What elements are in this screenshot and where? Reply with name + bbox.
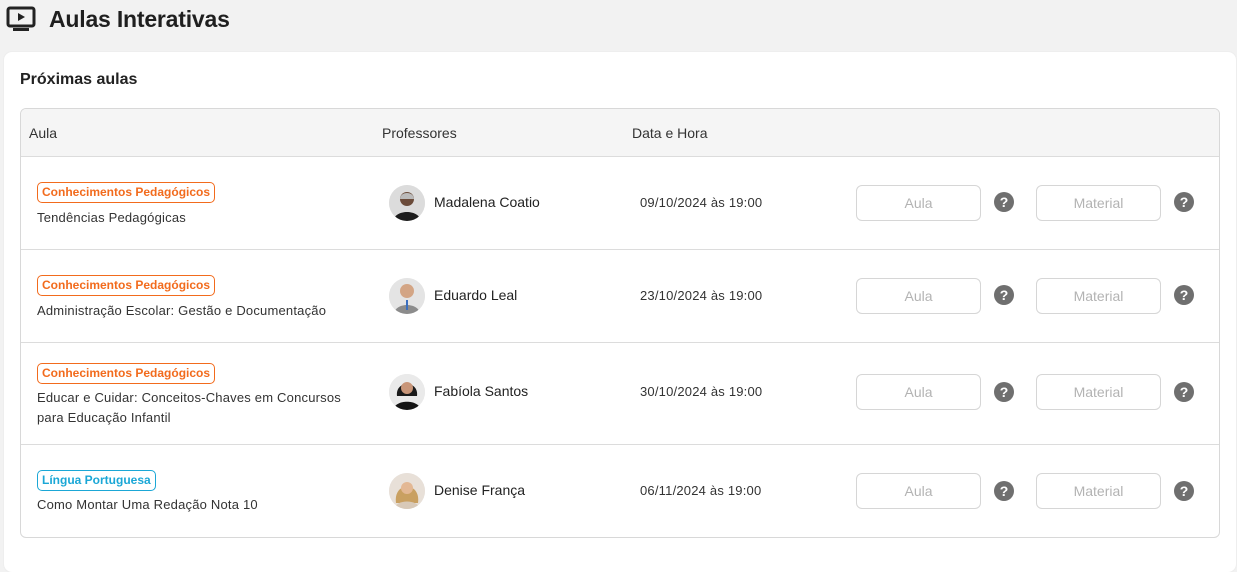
classes-table: Aula Professores Data e Hora Conheciment…	[20, 108, 1220, 538]
category-tag: Conhecimentos Pedagógicos	[37, 275, 216, 296]
help-icon[interactable]: ?	[1174, 192, 1194, 212]
upcoming-classes-card: Próximas aulas Aula Professores Data e H…	[4, 52, 1236, 572]
professor-name: Denise França	[434, 482, 526, 498]
help-icon[interactable]: ?	[994, 382, 1014, 402]
avatar	[389, 185, 425, 221]
section-title: Próximas aulas	[20, 71, 138, 88]
help-icon[interactable]: ?	[994, 481, 1014, 501]
material-button[interactable]: Material	[1036, 473, 1161, 509]
help-icon[interactable]: ?	[994, 192, 1014, 212]
avatar	[389, 278, 425, 314]
play-tv-icon	[5, 6, 37, 32]
aula-button[interactable]: Aula	[856, 185, 981, 221]
class-datetime: 23/10/2024 às 19:00	[640, 288, 763, 303]
table-row: Conhecimentos Pedagógicos Educar e Cuida…	[21, 343, 1219, 445]
help-icon[interactable]: ?	[1174, 285, 1194, 305]
help-icon[interactable]: ?	[994, 285, 1014, 305]
table-row: Conhecimentos Pedagógicos Tendências Ped…	[21, 157, 1219, 250]
table-header: Aula Professores Data e Hora	[21, 109, 1219, 157]
professor-name: Fabíola Santos	[434, 383, 529, 399]
aula-button[interactable]: Aula	[856, 473, 981, 509]
class-title: Educar e Cuidar: Conceitos-Chaves em Con…	[37, 390, 341, 425]
class-title: Como Montar Uma Redação Nota 10	[37, 497, 258, 512]
aula-button[interactable]: Aula	[856, 374, 981, 410]
header-professores: Professores	[382, 125, 457, 141]
material-button[interactable]: Material	[1036, 185, 1161, 221]
help-icon[interactable]: ?	[1174, 382, 1194, 402]
avatar	[389, 473, 425, 509]
material-button[interactable]: Material	[1036, 278, 1161, 314]
aula-button[interactable]: Aula	[856, 278, 981, 314]
avatar	[389, 374, 425, 410]
table-row: Língua Portuguesa Como Montar Uma Redaçã…	[21, 445, 1219, 537]
header-data-hora: Data e Hora	[632, 125, 708, 141]
material-button[interactable]: Material	[1036, 374, 1161, 410]
header-aula: Aula	[29, 125, 58, 141]
class-title: Administração Escolar: Gestão e Document…	[37, 303, 327, 318]
table-row: Conhecimentos Pedagógicos Administração …	[21, 250, 1219, 343]
class-datetime: 30/10/2024 às 19:00	[640, 384, 763, 399]
professor-name: Eduardo Leal	[434, 287, 518, 303]
page-header: Aulas Interativas	[0, 0, 1237, 38]
page-title: Aulas Interativas	[49, 5, 230, 32]
category-tag: Conhecimentos Pedagógicos	[37, 182, 216, 203]
category-tag: Conhecimentos Pedagógicos	[37, 363, 216, 384]
class-datetime: 06/11/2024 às 19:00	[640, 483, 762, 498]
category-tag: Língua Portuguesa	[37, 470, 156, 491]
professor-name: Madalena Coatio	[434, 194, 540, 210]
class-title: Tendências Pedagógicas	[37, 210, 186, 225]
help-icon[interactable]: ?	[1174, 481, 1194, 501]
class-datetime: 09/10/2024 às 19:00	[640, 195, 763, 210]
